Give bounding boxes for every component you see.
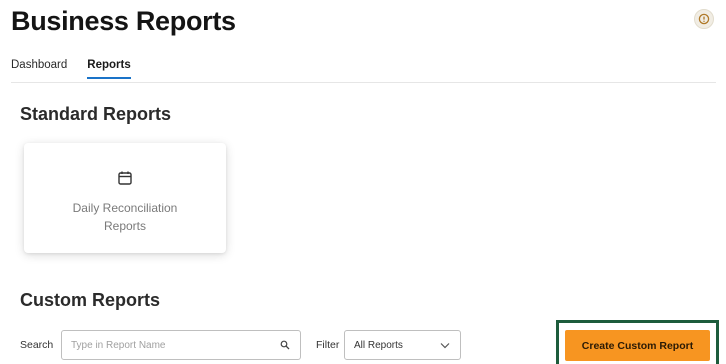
- search-field[interactable]: [61, 330, 301, 360]
- tab-dashboard[interactable]: Dashboard: [11, 59, 67, 79]
- tab-reports[interactable]: Reports: [87, 59, 132, 79]
- search-icon[interactable]: [280, 340, 290, 350]
- standard-reports-heading: Standard Reports: [20, 104, 172, 124]
- daily-reconciliation-report-card[interactable]: Daily Reconciliation Reports: [24, 143, 226, 253]
- filter-label: Filter: [316, 339, 340, 351]
- page-title: Business Reports: [11, 6, 236, 36]
- tab-bar: Dashboard Reports: [11, 59, 132, 79]
- filter-select[interactable]: All Reports: [344, 330, 461, 360]
- chevron-down-icon: [440, 342, 450, 348]
- help-button[interactable]: [694, 9, 714, 29]
- calendar-icon: [118, 171, 132, 185]
- help-circle-icon: [698, 13, 710, 25]
- tabs-divider: [11, 82, 716, 83]
- filter-selected-value: All Reports: [354, 339, 403, 351]
- report-card-label: Daily Reconciliation Reports: [72, 201, 178, 233]
- search-label: Search: [20, 339, 54, 351]
- custom-reports-heading: Custom Reports: [20, 290, 161, 310]
- search-input[interactable]: [71, 339, 280, 351]
- create-custom-report-button[interactable]: Create Custom Report: [565, 330, 710, 361]
